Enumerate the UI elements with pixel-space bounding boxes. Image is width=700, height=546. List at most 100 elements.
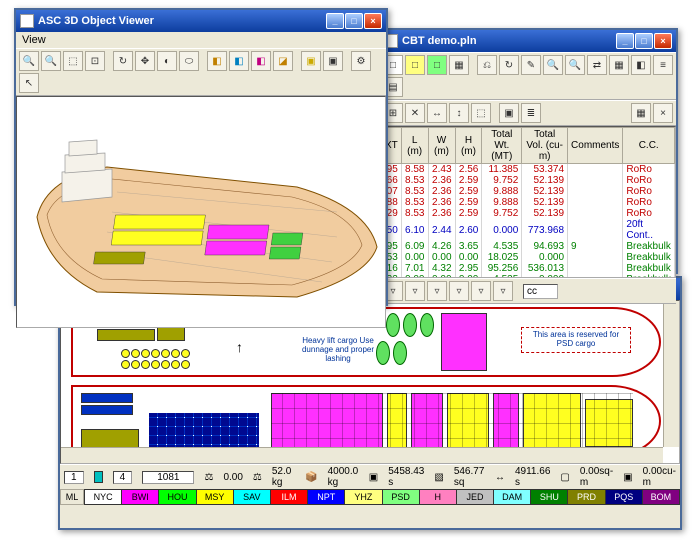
scrollbar-horizontal[interactable]	[61, 447, 663, 463]
shaded-icon[interactable]: ▣	[323, 51, 343, 71]
port-tab[interactable]: H	[420, 489, 457, 505]
port-tab[interactable]: SHU	[531, 489, 568, 505]
viewer-canvas[interactable]	[16, 96, 386, 328]
refresh-icon[interactable]: ↻	[499, 55, 519, 75]
tool-icon[interactable]: ✎	[521, 55, 541, 75]
viewer-menubar: View	[16, 32, 386, 48]
close-button[interactable]: ×	[364, 13, 382, 29]
zoom-extent-icon[interactable]: ⊡	[85, 51, 105, 71]
filter-icon[interactable]: ▿	[405, 281, 425, 301]
port-tab[interactable]: YHZ	[345, 489, 382, 505]
table-row[interactable]: 668.532.362.599.75252.139RoRo	[382, 175, 675, 186]
settings-icon[interactable]: ⚙	[351, 51, 371, 71]
menu-view[interactable]: View	[22, 34, 46, 46]
table-row[interactable]: 506.102.442.600.000773.96820ft Cont..	[382, 219, 675, 241]
column-header[interactable]: Total Wt. (MT)	[482, 128, 522, 164]
port-tab[interactable]: ILM	[271, 489, 308, 505]
ml-label[interactable]: ML	[60, 489, 84, 505]
port-tab[interactable]: NPT	[308, 489, 345, 505]
tool-icon[interactable]: □	[405, 55, 425, 75]
cube-icon[interactable]: ◧	[229, 51, 249, 71]
note-reserved: This area is reserved for PSD cargo	[521, 327, 631, 353]
data-titlebar[interactable]: CBT demo.pln _ □ ×	[380, 30, 676, 52]
tool-icon[interactable]: ≣	[521, 103, 541, 123]
table-row[interactable]: 888.532.362.599.88852.139RoRo	[382, 197, 675, 208]
tool-icon[interactable]: ▦	[609, 55, 629, 75]
status-field[interactable]: 1081	[142, 471, 194, 484]
minimize-button[interactable]: _	[326, 13, 344, 29]
port-tab[interactable]: MSY	[197, 489, 234, 505]
column-header[interactable]: C.C.	[623, 128, 675, 164]
status-value: 52.0 kg	[272, 466, 295, 488]
table-row[interactable]: 530.000.000.0018.0250.000Breakbulk	[382, 252, 675, 263]
cube-icon[interactable]: ◧	[251, 51, 271, 71]
tool-icon[interactable]: ▦	[449, 55, 469, 75]
column-header[interactable]: Comments	[568, 128, 623, 164]
port-tab[interactable]: NYC	[84, 489, 122, 505]
cube-icon[interactable]: ◧	[207, 51, 227, 71]
pan-icon[interactable]: ✥	[135, 51, 155, 71]
zoom-out-icon[interactable]: 🔍	[565, 55, 585, 75]
tool-icon[interactable]: ✕	[405, 103, 425, 123]
viewer-3d-window: ASC 3D Object Viewer _ □ × View 🔍 🔍 ⬚ ⊡ …	[14, 8, 388, 306]
data-title: CBT demo.pln	[402, 35, 616, 47]
cube-icon[interactable]: ◪	[273, 51, 293, 71]
maximize-button[interactable]: □	[345, 13, 363, 29]
column-header[interactable]: L (m)	[401, 128, 428, 164]
filter-icon[interactable]: ▿	[493, 281, 513, 301]
capacity-icon: 📦	[305, 472, 317, 483]
tool-icon[interactable]: ⇄	[587, 55, 607, 75]
tool-icon[interactable]: ◧	[631, 55, 651, 75]
filter-icon[interactable]: ▿	[427, 281, 447, 301]
port-tab[interactable]: SAV	[234, 489, 271, 505]
minimize-button[interactable]: _	[616, 33, 634, 49]
note-heavy-lift: Heavy lift cargo Use dunnage and proper …	[293, 337, 383, 363]
tool-icon[interactable]: ▣	[499, 103, 519, 123]
column-header[interactable]: H (m)	[455, 128, 482, 164]
pointer-icon[interactable]: ↖	[19, 73, 39, 93]
port-tab[interactable]: JED	[457, 489, 494, 505]
tool-icon[interactable]: ⬭	[179, 51, 199, 71]
scrollbar-vertical[interactable]	[663, 301, 679, 447]
weight-icon: ⚖	[253, 472, 262, 483]
link-icon[interactable]: ⎌	[477, 55, 497, 75]
viewer-title: ASC 3D Object Viewer	[38, 15, 326, 27]
table-row[interactable]: 958.582.432.5611.38553.374RoRo	[382, 164, 675, 176]
status-value: 5458.43 s	[388, 466, 424, 488]
port-tab[interactable]: HOU	[159, 489, 196, 505]
tool-icon[interactable]: ◐	[157, 51, 177, 71]
filter-icon[interactable]: ▿	[449, 281, 469, 301]
panel-close-button[interactable]: ×	[653, 103, 673, 123]
arrow-icon[interactable]: ↔	[427, 103, 447, 123]
table-row[interactable]: 298.532.362.599.75252.139RoRo	[382, 208, 675, 219]
port-tab[interactable]: PRD	[568, 489, 605, 505]
grid-icon[interactable]: ▦	[631, 103, 651, 123]
maximize-button[interactable]: □	[635, 33, 653, 49]
status-value: 4911.66 s	[515, 466, 550, 488]
viewer-titlebar[interactable]: ASC 3D Object Viewer _ □ ×	[16, 10, 386, 32]
arrow-icon[interactable]: ↕	[449, 103, 469, 123]
rotate-icon[interactable]: ↻	[113, 51, 133, 71]
filter-icon[interactable]: ▿	[471, 281, 491, 301]
tool-icon[interactable]: ⬚	[471, 103, 491, 123]
port-tab[interactable]: BWI	[122, 489, 159, 505]
port-tab[interactable]: DAM	[494, 489, 531, 505]
zoom-in-icon[interactable]: 🔍	[19, 51, 39, 71]
zoom-out-icon[interactable]: 🔍	[41, 51, 61, 71]
table-row[interactable]: 956.094.263.654.53594.6939Breakbulk	[382, 241, 675, 252]
zoom-select-icon[interactable]: ⬚	[63, 51, 83, 71]
port-tab[interactable]: PQS	[606, 489, 643, 505]
port-tab[interactable]: BOM	[643, 489, 680, 505]
column-header[interactable]: W (m)	[428, 128, 455, 164]
table-row[interactable]: 167.014.322.9595.256536.013Breakbulk	[382, 263, 675, 274]
table-row[interactable]: 078.532.362.599.88852.139RoRo	[382, 186, 675, 197]
close-button[interactable]: ×	[654, 33, 672, 49]
port-tab[interactable]: PSD	[383, 489, 420, 505]
status-value: 0.00	[223, 472, 242, 483]
column-header[interactable]: Total Vol. (cu-m)	[522, 128, 568, 164]
zoom-in-icon[interactable]: 🔍	[543, 55, 563, 75]
tool-icon[interactable]: ≡	[653, 55, 673, 75]
wireframe-icon[interactable]: ▣	[301, 51, 321, 71]
filter-cc[interactable]: cc	[523, 284, 558, 299]
tool-icon[interactable]: □	[427, 55, 447, 75]
